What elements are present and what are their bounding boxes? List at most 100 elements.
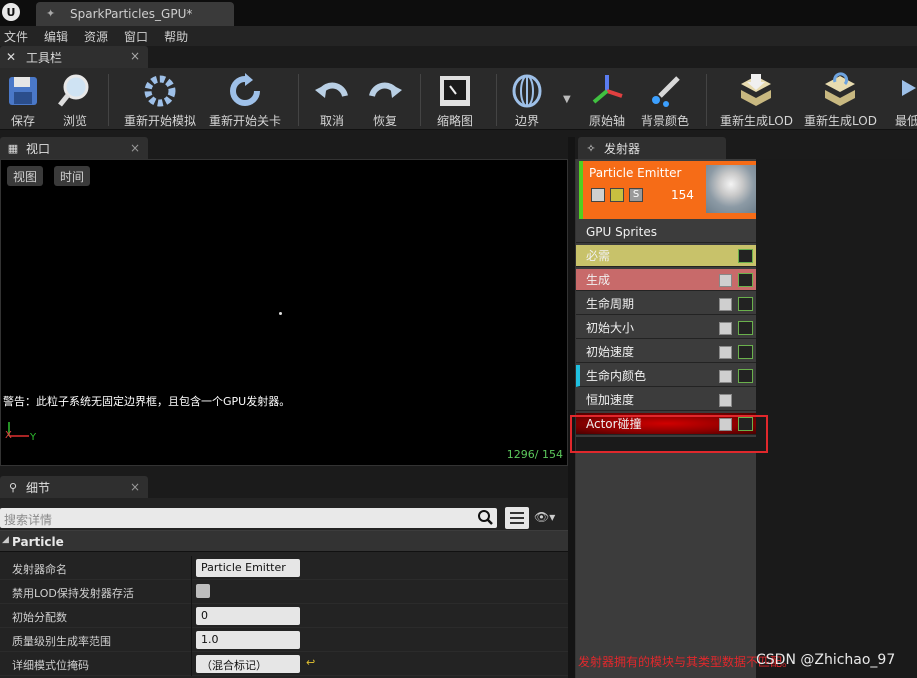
graph-icon[interactable] [738, 249, 753, 263]
particle-system-icon: ✦ [46, 7, 56, 20]
render-mode-icon[interactable] [610, 188, 624, 202]
regenerate-lod-button-2[interactable]: 重新生成LOD [804, 72, 877, 129]
restart-level-button[interactable]: 重新开始关卡 [209, 72, 281, 129]
browse-button[interactable]: 浏览 [56, 72, 94, 129]
property-row: 详细模式位掩码 （混合标记） ↩ [0, 652, 568, 676]
emitter-name-field[interactable]: Particle Emitter [196, 559, 300, 577]
module-initial-size[interactable]: 初始大小 [576, 317, 756, 339]
module-checkbox[interactable] [719, 394, 732, 407]
magnifier-icon [58, 74, 89, 107]
module-lifetime[interactable]: 生命周期 [576, 293, 756, 315]
graph-icon[interactable] [738, 345, 753, 359]
emitters-panel: Particle Emitter S 154 GPU Sprites 必需 生成 [570, 159, 917, 678]
toolbar-panel-label: 工具栏 [26, 50, 63, 65]
solo-button[interactable]: S [629, 188, 643, 202]
initial-allocation-field[interactable]: 0 [196, 607, 300, 625]
module-initial-velocity[interactable]: 初始速度 [576, 341, 756, 363]
toolbar-separator [298, 74, 299, 126]
menu-asset[interactable]: 资源 [80, 28, 120, 45]
graph-icon[interactable] [738, 321, 753, 335]
module-color-over-life[interactable]: 生命内颜色 [576, 365, 756, 387]
restart-sim-button[interactable]: 重新开始模拟 [124, 72, 196, 129]
time-menu-button[interactable]: 时间 [54, 166, 91, 186]
toolbar: 保存 浏览 重新开始模拟 重新开始关卡 取消 恢复 缩略图 边界 ▼ 原始轴 背… [0, 68, 917, 130]
bounds-button[interactable]: 边界 [508, 72, 546, 129]
menu-file[interactable]: 文件 [0, 28, 40, 45]
regenerate-lod-button-1[interactable]: 重新生成LOD [720, 72, 793, 129]
viewport-tab[interactable]: ▦ 视口 × [0, 137, 148, 159]
search-icon: ⚲ [8, 480, 18, 494]
unreal-logo-icon[interactable]: U [2, 3, 20, 21]
axis-x-label: X [5, 430, 12, 441]
module-checkbox[interactable] [719, 274, 732, 287]
view-menu-button[interactable]: 视图 [7, 166, 44, 186]
column-divider [191, 580, 192, 604]
module-checkbox[interactable] [719, 370, 732, 383]
column-divider [191, 604, 192, 628]
module-checkbox[interactable] [719, 298, 732, 311]
document-tab[interactable]: ✦ SparkParticles_GPU* [36, 2, 234, 26]
menu-bar: 文件 编辑 资源 窗口 帮助 [0, 26, 917, 46]
menu-window[interactable]: 窗口 [120, 28, 160, 45]
module-checkbox[interactable] [719, 346, 732, 359]
background-color-button[interactable]: 背景颜色 [641, 72, 689, 129]
menu-edit[interactable]: 编辑 [40, 28, 80, 45]
module-const-acceleration[interactable]: 恒加速度 [576, 389, 756, 411]
emitter-header[interactable]: Particle Emitter S 154 [579, 161, 756, 219]
viewport-grid-icon: ▦ [7, 141, 19, 155]
details-search-input[interactable]: 搜索详情 [0, 508, 497, 528]
type-data-row[interactable]: GPU Sprites [576, 221, 756, 243]
chevron-down-icon[interactable]: ▼ [563, 94, 571, 105]
module-empty-area [576, 453, 756, 653]
column-divider [191, 628, 192, 652]
emitter-thumbnail [706, 165, 756, 213]
property-row: 禁用LOD保持发射器存活 [0, 580, 568, 604]
close-icon[interactable]: × [130, 49, 140, 63]
details-search-row: 搜索详情 👁▾ [0, 507, 568, 532]
reset-arrow-icon[interactable]: ↩ [306, 656, 315, 669]
view-options-list-icon[interactable] [505, 507, 529, 529]
disable-lod-checkbox[interactable] [196, 584, 210, 598]
close-icon[interactable]: × [130, 141, 140, 155]
graph-icon[interactable] [738, 369, 753, 383]
module-spawn[interactable]: 生成 [576, 269, 756, 291]
close-icon[interactable]: × [130, 480, 140, 494]
graph-icon[interactable] [738, 297, 753, 311]
panel-splitter[interactable] [568, 137, 575, 678]
undo-button[interactable]: 取消 [313, 72, 351, 129]
title-bar: U ✦ SparkParticles_GPU* [0, 0, 917, 26]
quality-spawn-range-field[interactable]: 1.0 [196, 631, 300, 649]
axis-y-label: Y [30, 432, 37, 443]
emitters-tab[interactable]: ✧ 发射器 [578, 137, 726, 159]
module-required[interactable]: 必需 [576, 245, 756, 267]
thumbnail-button[interactable]: 缩略图 [436, 72, 474, 129]
bounds-icon [512, 74, 542, 108]
toolbar-separator [706, 74, 707, 126]
lowest-lod-button[interactable]: 最低 [888, 72, 917, 129]
refresh-icon [230, 73, 260, 106]
redo-button[interactable]: 恢复 [366, 72, 404, 129]
property-row: 发射器命名 Particle Emitter [0, 556, 568, 580]
toolbar-panel-tab[interactable]: ✕ 工具栏 × [0, 46, 148, 68]
color-picker-icon [652, 76, 680, 107]
eye-icon[interactable]: 👁▾ [534, 510, 555, 524]
lod-refresh-icon [825, 72, 856, 106]
toolbar-separator [108, 74, 109, 126]
column-divider [191, 652, 192, 676]
graph-icon[interactable] [738, 273, 753, 287]
undo-icon [315, 82, 348, 98]
particle-category[interactable]: ◢ Particle [0, 530, 568, 552]
module-checkbox[interactable] [719, 322, 732, 335]
bounds-warning: 警告：此粒子系统无固定边界框，且包含一个GPU发射器。 [3, 395, 291, 408]
emitter-icon: ✧ [586, 141, 596, 155]
search-icon[interactable] [477, 509, 493, 525]
document-tab-label: SparkParticles_GPU* [70, 7, 193, 21]
origin-axis-button[interactable]: 原始轴 [588, 72, 626, 129]
save-button[interactable]: 保存 [4, 72, 42, 129]
detail-mode-dropdown[interactable]: （混合标记） [196, 655, 300, 673]
particle-counter: 1296/ 154 [506, 448, 563, 461]
menu-help[interactable]: 帮助 [160, 28, 200, 45]
enable-checkbox[interactable] [591, 188, 605, 202]
details-tab[interactable]: ⚲ 细节 × [0, 476, 148, 498]
viewport[interactable]: 视图 时间 警告：此粒子系统无固定边界框，且包含一个GPU发射器。 X Y 12… [0, 159, 568, 466]
